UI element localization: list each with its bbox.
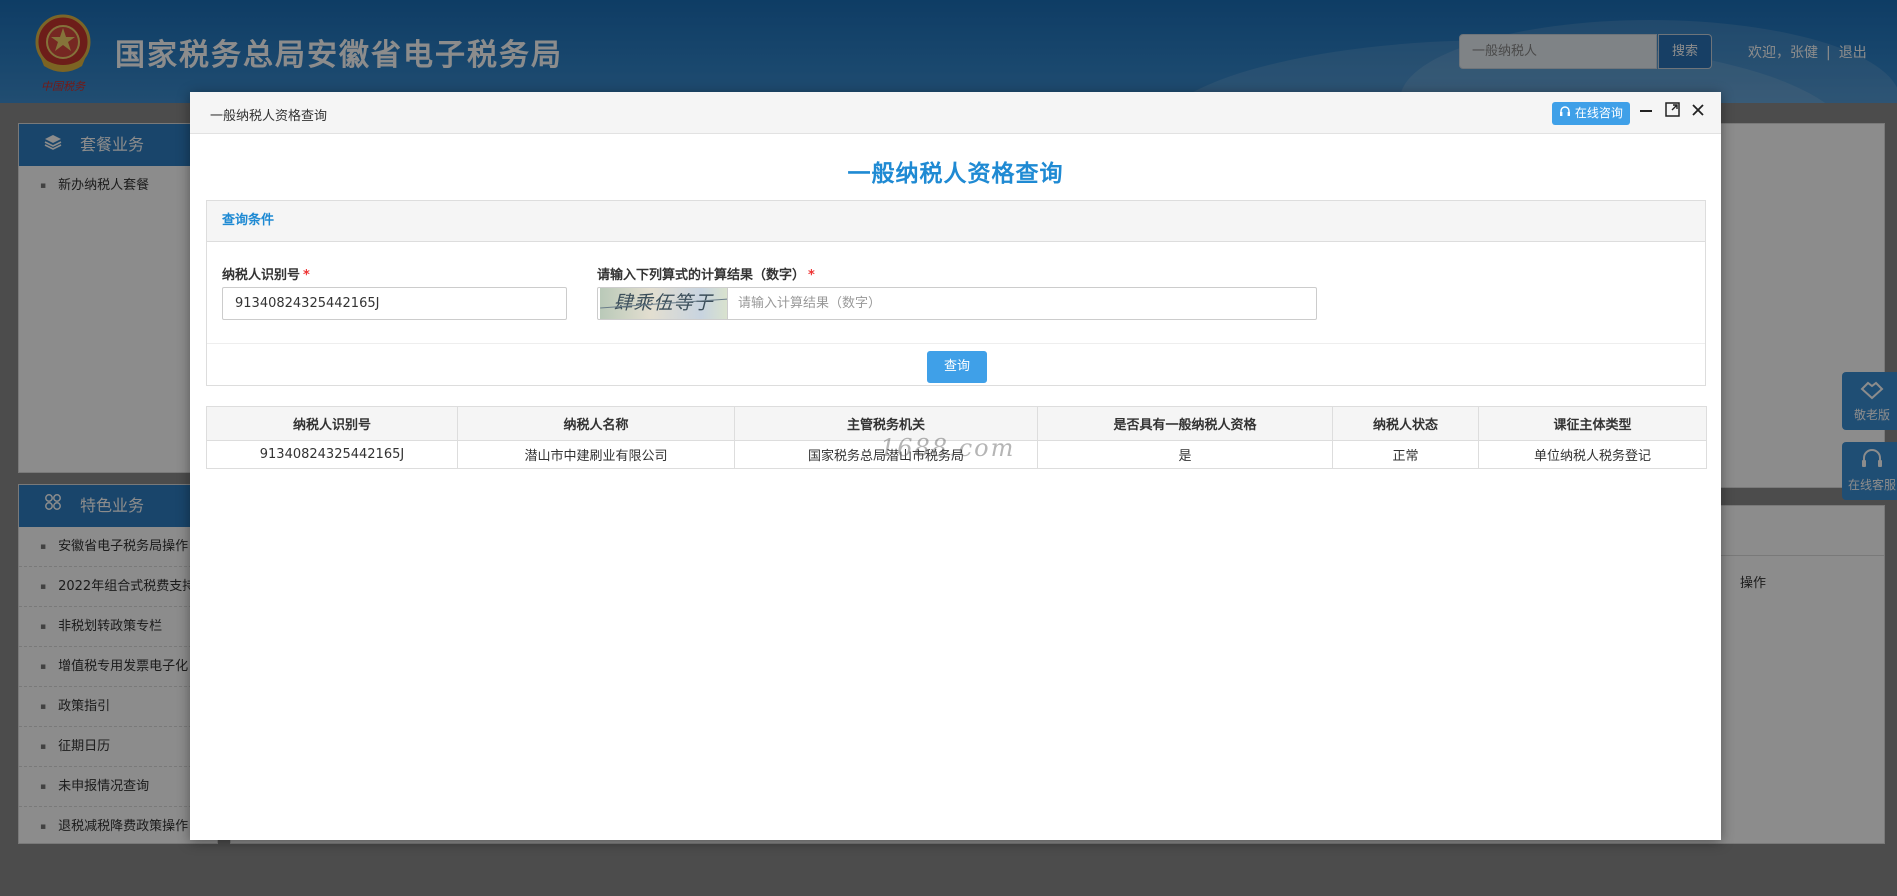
column-header: 纳税人状态 <box>1332 406 1479 441</box>
column-header: 纳税人名称 <box>457 406 735 441</box>
minimize-icon[interactable] <box>1637 102 1655 122</box>
required-mark: * <box>303 268 310 283</box>
cell-taxpayer-name: 潜山市中建刷业有限公司 <box>457 440 735 469</box>
cell-status: 正常 <box>1332 440 1479 469</box>
online-consult-button[interactable]: 在线咨询 <box>1552 102 1630 125</box>
taxpayer-id-label-text: 纳税人识别号 <box>222 268 301 283</box>
page-heading: 一般纳税人资格查询 <box>847 161 1064 187</box>
dialog-title: 一般纳税人资格查询 <box>210 109 328 124</box>
column-header: 课征主体类型 <box>1478 406 1707 441</box>
close-icon[interactable] <box>1689 102 1707 122</box>
online-consult-label: 在线咨询 <box>1574 106 1623 120</box>
captcha-label-text: 请输入下列算式的计算结果（数字） <box>597 268 806 283</box>
required-mark: * <box>808 268 815 283</box>
qualification-query-dialog: 一般纳税人资格查询 在线咨询 一般纳税人资格查询 查询条件 纳税人识别号 * 91… <box>190 92 1721 840</box>
column-header: 纳税人识别号 <box>206 406 458 441</box>
captcha-label: 请输入下列算式的计算结果（数字） * <box>597 264 815 283</box>
conditions-title: 查询条件 <box>207 201 1705 242</box>
maximize-icon[interactable] <box>1663 102 1681 122</box>
query-conditions-box: 查询条件 纳税人识别号 * 91340824325442165J 请输入下列算式的… <box>206 200 1706 386</box>
query-button[interactable]: 查询 <box>927 351 987 383</box>
dialog-titlebar: 一般纳税人资格查询 在线咨询 <box>190 92 1721 134</box>
column-header: 是否具有一般纳税人资格 <box>1037 406 1333 441</box>
captcha-image[interactable]: 肆乘伍等于 <box>600 288 728 319</box>
headset-icon <box>1559 106 1575 120</box>
taxpayer-id-label: 纳税人识别号 * <box>222 264 310 283</box>
divider <box>207 343 1705 344</box>
taxpayer-id-input[interactable]: 91340824325442165J <box>222 287 567 320</box>
watermark: 1688.com <box>880 434 1016 462</box>
cell-taxpayer-id: 91340824325442165J <box>206 440 458 469</box>
cell-subject-type: 单位纳税人税务登记 <box>1478 440 1707 469</box>
cell-qualification: 是 <box>1037 440 1333 469</box>
